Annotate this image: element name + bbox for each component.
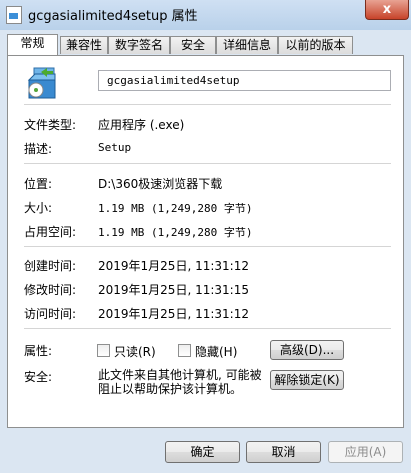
readonly-checkbox[interactable] [97,344,110,357]
divider [24,104,391,105]
ok-button[interactable]: 确定 [165,441,240,463]
window-title: gcgasialimited4setup 属性 [28,9,198,24]
apply-button[interactable]: 应用(A) [328,441,403,463]
tab-previous-versions[interactable]: 以前的版本 [278,36,353,54]
location-value: D:\360极速浏览器下载 [98,177,223,191]
tab-security[interactable]: 安全 [170,36,216,54]
general-panel: gcgasialimited4setup 文件类型: 应用程序 (.exe) 描… [7,55,404,428]
tab-digital-signatures[interactable]: 数字签名 [108,36,170,54]
hidden-checkbox[interactable] [178,344,191,357]
unblock-button[interactable]: 解除锁定(K) [270,370,344,390]
modified-label: 修改时间: [24,283,77,297]
accessed-label: 访问时间: [24,307,77,321]
file-icon [6,6,22,24]
tab-general[interactable]: 常规 [7,34,58,55]
security-label: 安全: [24,370,53,384]
divider [24,328,391,329]
cancel-button[interactable]: 取消 [246,441,321,463]
modified-value: 2019年1月25日, 11:31:15 [98,283,249,297]
description-value: Setup [98,141,132,154]
size-value: 1.19 MB (1,249,280 字节) [98,202,253,215]
advanced-button[interactable]: 高级(D)... [270,340,344,360]
divider [24,246,391,247]
close-button[interactable]: x [365,0,409,20]
size-on-disk-label: 占用空间: [24,225,77,239]
file-name-field[interactable]: gcgasialimited4setup [98,70,391,91]
location-label: 位置: [24,177,53,191]
created-label: 创建时间: [24,259,77,273]
security-warning-text: 此文件来自其他计算机, 可能被阻止以帮助保护该计算机。 [98,368,262,396]
installer-package-icon [27,67,56,99]
hidden-label[interactable]: 隐藏(H) [195,343,237,360]
created-value: 2019年1月25日, 11:31:12 [98,259,249,273]
description-label: 描述: [24,142,53,156]
accessed-value: 2019年1月25日, 11:31:12 [98,307,249,321]
file-type-label: 文件类型: [24,118,77,132]
tab-details[interactable]: 详细信息 [216,36,278,54]
tab-compatibility[interactable]: 兼容性 [60,36,108,54]
title-bar[interactable]: gcgasialimited4setup 属性 x [0,0,411,30]
size-label: 大小: [24,201,53,215]
divider [24,163,391,164]
attributes-label: 属性: [24,344,53,358]
file-type-value: 应用程序 (.exe) [98,118,185,132]
readonly-label[interactable]: 只读(R) [114,343,156,360]
size-on-disk-value: 1.19 MB (1,249,280 字节) [98,226,253,239]
